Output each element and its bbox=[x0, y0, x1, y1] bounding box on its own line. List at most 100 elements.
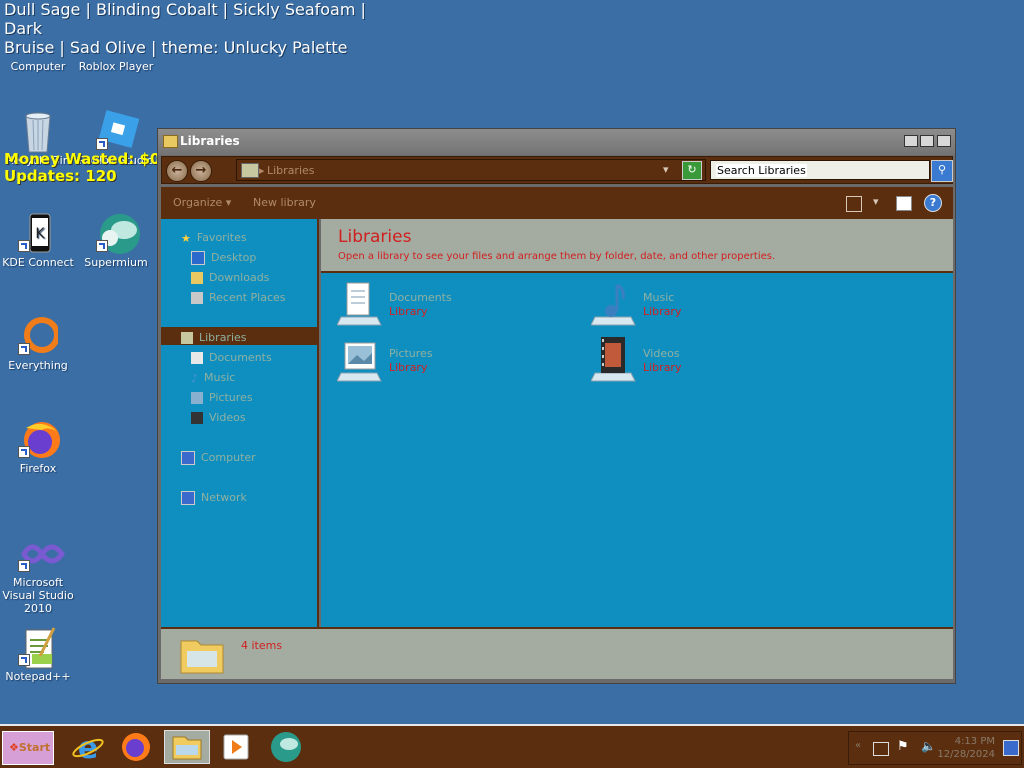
videos-library-icon bbox=[591, 337, 636, 382]
desktop-icon-visual-studio[interactable]: Microsoft Visual Studio 2010 bbox=[0, 532, 76, 615]
taskbar-supermium[interactable] bbox=[268, 730, 304, 764]
nav-desktop[interactable]: Desktop bbox=[191, 251, 256, 265]
close-button[interactable] bbox=[937, 135, 951, 147]
library-kind: Library bbox=[389, 361, 428, 374]
nav-label: Pictures bbox=[209, 391, 253, 404]
forward-button[interactable]: → bbox=[190, 160, 212, 182]
preview-pane-icon[interactable] bbox=[896, 196, 912, 211]
navigation-bar: ← → ▸ Libraries ▾ ↻ Search Libraries ⚲ bbox=[161, 156, 953, 184]
volume-muted-icon[interactable]: 🔈 bbox=[921, 739, 936, 753]
new-library-button[interactable]: New library bbox=[253, 196, 316, 209]
library-name: Pictures bbox=[389, 347, 433, 360]
desktop-icon-notepadpp[interactable]: Notepad++ bbox=[0, 626, 76, 683]
details-pane: 4 items bbox=[161, 627, 953, 679]
theme-caption-line1: Dull Sage | Blinding Cobalt | Sickly Sea… bbox=[4, 0, 366, 38]
address-bar[interactable]: ▸ Libraries ▾ ↻ bbox=[236, 159, 706, 181]
libraries-window: Libraries ← → ▸ Libraries ▾ ↻ Search Lib… bbox=[157, 128, 956, 684]
library-name: Videos bbox=[643, 347, 680, 360]
library-videos[interactable]: Videos Library bbox=[591, 337, 791, 385]
libraries-icon bbox=[181, 332, 193, 344]
organize-label: Organize bbox=[173, 196, 223, 209]
desktop-icon-computer[interactable]: Computer bbox=[0, 40, 76, 73]
start-button[interactable]: ❖Start bbox=[2, 731, 54, 765]
view-options-icon[interactable] bbox=[846, 196, 862, 212]
item-count: 4 items bbox=[241, 639, 283, 652]
header-subtitle: Open a library to see your files and arr… bbox=[338, 251, 776, 262]
nav-documents[interactable]: Documents bbox=[191, 351, 272, 364]
kde-connect-icon: K bbox=[18, 212, 58, 253]
windows-logo-icon: ❖ bbox=[9, 741, 19, 754]
computer-icon bbox=[18, 40, 58, 56]
address-text: Libraries bbox=[267, 164, 315, 177]
shortcut-arrow-icon bbox=[18, 343, 30, 355]
library-music[interactable]: Music Library bbox=[591, 281, 791, 329]
nav-computer[interactable]: Computer bbox=[181, 451, 256, 465]
firefox-icon bbox=[122, 733, 150, 761]
library-kind: Library bbox=[389, 305, 428, 318]
taskbar-media-player[interactable] bbox=[218, 730, 254, 764]
star-icon: ★ bbox=[181, 232, 191, 245]
nav-music[interactable]: ♪ Music bbox=[191, 371, 235, 385]
desktop-icon-kde-connect[interactable]: K KDE Connect bbox=[0, 212, 76, 269]
desktop-icon bbox=[191, 251, 205, 265]
desktop-icon-supermium[interactable]: Supermium bbox=[78, 212, 154, 269]
nav-pictures[interactable]: Pictures bbox=[191, 391, 253, 404]
visual-studio-icon bbox=[18, 532, 66, 572]
search-input[interactable]: Search Libraries bbox=[710, 160, 930, 180]
everything-icon bbox=[18, 315, 60, 355]
nav-downloads[interactable]: Downloads bbox=[191, 271, 269, 284]
library-documents[interactable]: Documents Library bbox=[337, 281, 537, 329]
shortcut-arrow-icon bbox=[18, 560, 30, 572]
refresh-button[interactable]: ↻ bbox=[682, 161, 702, 180]
minimize-button[interactable] bbox=[904, 135, 918, 147]
window-titlebar[interactable]: Libraries bbox=[158, 129, 955, 155]
music-library-icon bbox=[591, 283, 636, 326]
nav-recent-places[interactable]: Recent Places bbox=[191, 291, 286, 304]
nav-favorites[interactable]: ★ Favorites bbox=[181, 231, 247, 245]
nav-label: Libraries bbox=[199, 331, 247, 344]
nav-label: Recent Places bbox=[209, 291, 286, 304]
library-kind: Library bbox=[643, 305, 682, 318]
desktop-icon-label: Supermium bbox=[84, 256, 148, 269]
command-bar: Organize ▾ New library ▾ ? bbox=[161, 187, 953, 219]
desktop-icon-firefox[interactable]: Firefox bbox=[0, 418, 76, 475]
action-center-flag-icon[interactable]: ⚑ bbox=[897, 739, 909, 754]
show-desktop-icon[interactable] bbox=[1003, 740, 1019, 756]
clock-date: 12/28/2024 bbox=[937, 749, 995, 760]
roblox-icon bbox=[96, 40, 136, 56]
shortcut-arrow-icon bbox=[18, 654, 30, 666]
network-icon bbox=[181, 491, 195, 505]
help-icon[interactable]: ? bbox=[924, 194, 942, 212]
libraries-icon bbox=[241, 163, 259, 178]
nav-videos[interactable]: Videos bbox=[191, 411, 246, 424]
nav-libraries[interactable]: Libraries bbox=[181, 331, 247, 344]
taskbar-explorer-active[interactable] bbox=[164, 730, 210, 764]
organize-button[interactable]: Organize ▾ bbox=[173, 196, 231, 209]
recycle-bin-icon bbox=[18, 110, 58, 153]
folder-icon bbox=[163, 135, 178, 148]
search-icon[interactable]: ⚲ bbox=[931, 160, 953, 182]
libraries-header: Libraries Open a library to see your fil… bbox=[321, 219, 953, 273]
taskbar-internet-explorer[interactable]: e bbox=[70, 730, 106, 766]
music-icon: ♪ bbox=[191, 372, 199, 385]
view-chevron-icon[interactable]: ▾ bbox=[873, 195, 879, 208]
clock-time: 4:13 PM bbox=[954, 736, 995, 747]
nav-label: Downloads bbox=[209, 271, 270, 284]
desktop-icon-label: Firefox bbox=[19, 462, 57, 475]
tray-clock[interactable]: 4:13 PM 12/28/2024 bbox=[937, 735, 995, 761]
chevron-down-icon[interactable]: ▾ bbox=[663, 163, 669, 176]
media-player-icon bbox=[223, 734, 249, 760]
navigation-pane: ★ Favorites Desktop Downloads Recent Plac… bbox=[161, 219, 319, 627]
desktop-icon-label: Roblox Player bbox=[78, 60, 154, 73]
desktop-icon-roblox-player[interactable]: Roblox Player bbox=[78, 40, 154, 73]
maximize-button[interactable] bbox=[920, 135, 934, 147]
network-tray-icon[interactable] bbox=[873, 742, 889, 756]
desktop-icon-everything[interactable]: Everything bbox=[0, 315, 76, 372]
taskbar-firefox[interactable] bbox=[118, 730, 154, 764]
shortcut-arrow-icon bbox=[96, 138, 108, 150]
library-pictures[interactable]: Pictures Library bbox=[337, 337, 537, 385]
shortcut-arrow-icon bbox=[96, 240, 108, 252]
nav-network[interactable]: Network bbox=[181, 491, 247, 505]
back-button[interactable]: ← bbox=[166, 160, 188, 182]
show-hidden-icons-icon[interactable]: « bbox=[855, 740, 861, 751]
